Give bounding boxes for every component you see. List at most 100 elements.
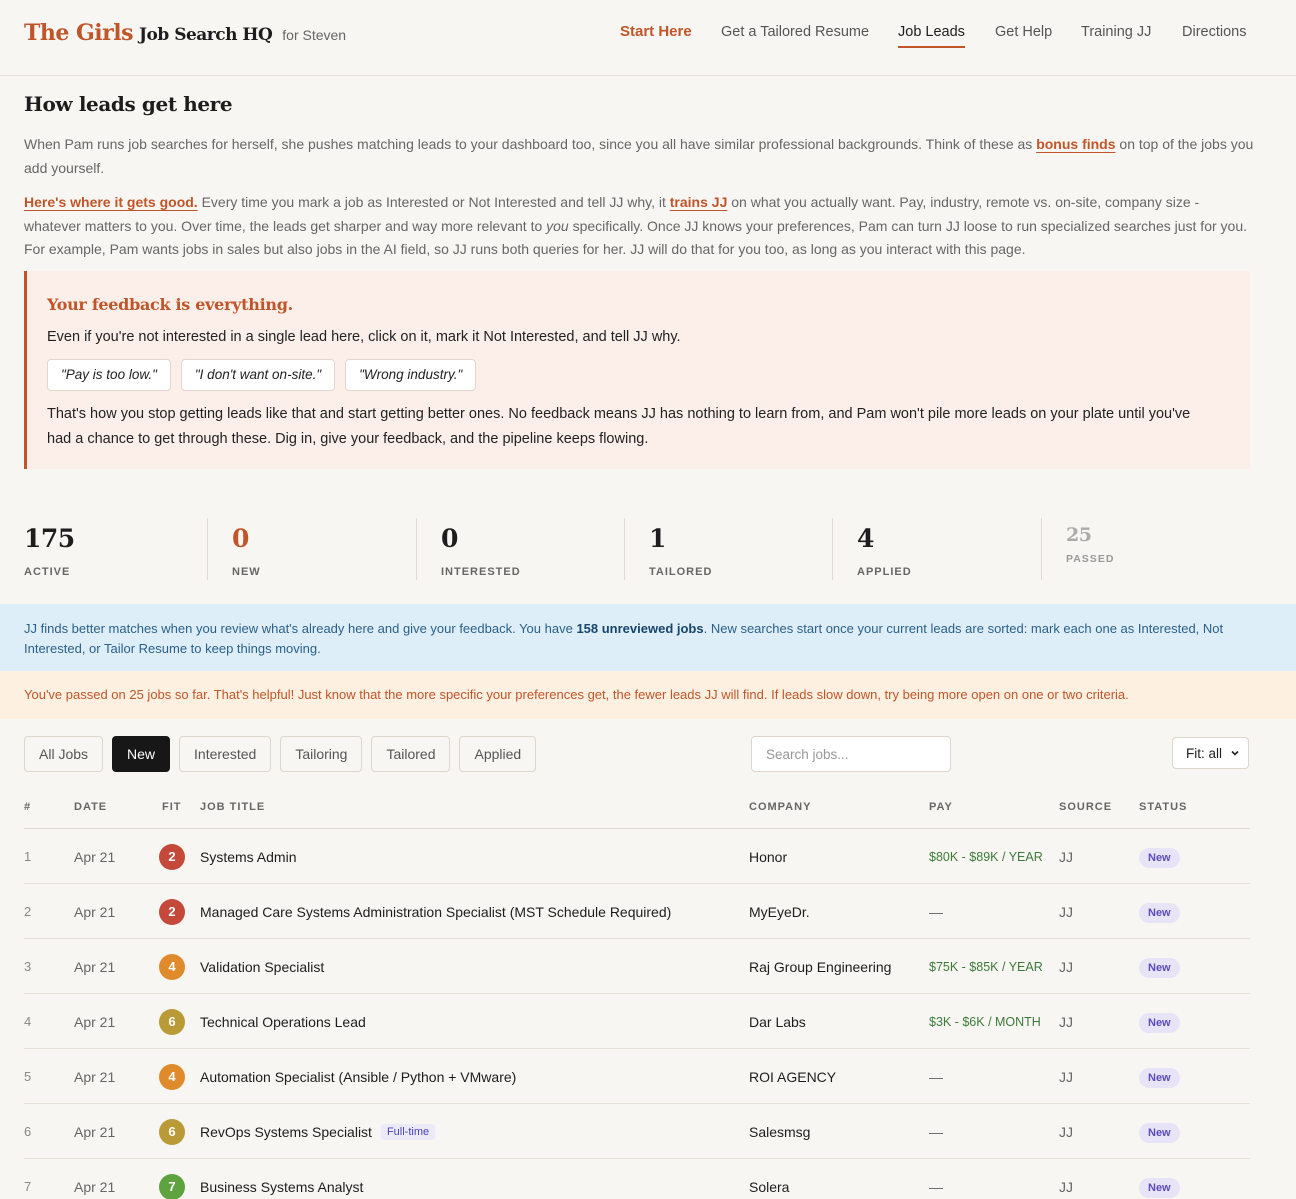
filter-new[interactable]: New	[112, 736, 171, 772]
job-title: Validation Specialist	[200, 958, 325, 975]
col-pay[interactable]: PAY	[929, 801, 953, 813]
filter-tailoring[interactable]: Tailoring	[280, 736, 363, 772]
row-title[interactable]: Automation Specialist (Ansible / Python …	[200, 1049, 516, 1104]
row-fit: 6	[159, 1104, 185, 1159]
col-source[interactable]: SOURCE	[1059, 801, 1112, 813]
page-title: How leads get here	[24, 92, 233, 116]
table-row[interactable]: 1 Apr 21 2 Systems Admin Honor $80K - $89K / …	[24, 829, 1250, 884]
row-source: JJ	[1059, 1013, 1073, 1030]
table-row[interactable]: 4 Apr 21 6 Technical Operations Lead Dar Lab…	[24, 994, 1250, 1049]
table-row[interactable]: 7 Apr 21 7 Business Systems Analyst Solera — J…	[24, 1159, 1250, 1199]
bonus-finds-link[interactable]: bonus finds	[1036, 136, 1115, 152]
row-date: Apr 21	[74, 1178, 116, 1195]
status-badge: New	[1139, 1068, 1180, 1088]
feedback-example-chip: "I don't want on-site."	[180, 359, 336, 391]
intro-text: Every time you mark a job as Interested …	[201, 194, 666, 210]
trains-jj-link[interactable]: trains JJ	[670, 194, 728, 210]
stat-interested[interactable]: 0 INTERESTED	[416, 518, 624, 580]
nav-tailored-resume[interactable]: Get a Tailored Resume	[721, 24, 869, 40]
row-date: Apr 21	[74, 1123, 116, 1140]
search-input[interactable]	[751, 736, 951, 772]
row-pay: —	[929, 1068, 943, 1085]
feedback-callout: Your feedback is everything. Even if you…	[24, 271, 1250, 469]
row-title[interactable]: Business Systems Analyst	[200, 1159, 363, 1199]
row-title[interactable]: RevOps Systems Specialist Full-time	[200, 1104, 436, 1159]
stat-active[interactable]: 175 ACTIVE	[24, 518, 207, 580]
fit-select-value: Fit: all	[1186, 745, 1223, 761]
row-fit: 2	[159, 884, 185, 939]
job-title: Systems Admin	[200, 848, 297, 865]
row-pay: —	[929, 1123, 943, 1140]
row-title[interactable]: Systems Admin	[200, 829, 296, 884]
unreviewed-count: 158 unreviewed jobs	[576, 621, 704, 636]
status-badge: New	[1139, 848, 1180, 868]
col-status[interactable]: STATUS	[1139, 801, 1187, 813]
nav-directions[interactable]: Directions	[1182, 24, 1246, 40]
row-company: MyEyeDr.	[749, 903, 810, 920]
intro-paragraph-1: When Pam runs job searches for herself, …	[24, 133, 1254, 180]
intro-text: When Pam runs job searches for herself, …	[24, 136, 1033, 152]
stat-label: APPLIED	[857, 566, 912, 578]
col-company[interactable]: COMPANY	[749, 801, 811, 813]
row-status: New	[1139, 1159, 1180, 1199]
row-company: Salesmsg	[749, 1123, 811, 1140]
job-title: RevOps Systems Specialist	[200, 1123, 372, 1140]
where-it-gets-good-link[interactable]: Here's where it gets good.	[24, 194, 198, 210]
filter-applied[interactable]: Applied	[459, 736, 537, 772]
stat-value: 0	[232, 524, 249, 553]
col-number: #	[24, 801, 32, 813]
row-status: New	[1139, 1104, 1180, 1159]
stat-label: PASSED	[1066, 553, 1115, 565]
table-row[interactable]: 6 Apr 21 6 RevOps Systems Specialist Full-ti…	[24, 1104, 1250, 1159]
stat-label: TAILORED	[649, 566, 713, 578]
table-row[interactable]: 5 Apr 21 4 Automation Specialist (Ansible /…	[24, 1049, 1250, 1104]
row-pay: $75K - $85K / YEAR	[929, 959, 1043, 974]
filter-interested[interactable]: Interested	[179, 736, 272, 772]
stat-value: 1	[649, 524, 666, 553]
row-number: 5	[24, 1069, 32, 1084]
stat-passed[interactable]: 25 PASSED	[1041, 518, 1250, 580]
stats-row: 175 ACTIVE 0 NEW 0 INTERESTED 1 TAILORED…	[24, 518, 1250, 580]
row-date: Apr 21	[74, 1068, 116, 1085]
info-text: JJ finds better matches when you review …	[24, 621, 573, 636]
table-row[interactable]: 3 Apr 21 4 Validation Specialist Raj Group E…	[24, 939, 1250, 994]
nav-start-here[interactable]: Start Here	[620, 23, 692, 40]
stat-label: NEW	[232, 566, 261, 578]
nav-get-help[interactable]: Get Help	[995, 24, 1052, 40]
fit-score-badge: 6	[159, 1118, 185, 1145]
filter-all-jobs[interactable]: All Jobs	[24, 736, 104, 772]
stat-tailored[interactable]: 1 TAILORED	[624, 518, 832, 580]
row-title[interactable]: Technical Operations Lead	[200, 994, 366, 1049]
col-date[interactable]: DATE	[74, 801, 107, 813]
feedback-examples: "Pay is too low." "I don't want on-site.…	[47, 359, 477, 391]
stat-label: ACTIVE	[24, 566, 71, 578]
row-title[interactable]: Managed Care Systems Administration Spec…	[200, 884, 671, 939]
nav-job-leads[interactable]: Job Leads	[898, 24, 965, 48]
row-title[interactable]: Validation Specialist	[200, 939, 324, 994]
row-date: Apr 21	[74, 903, 116, 920]
job-title: Business Systems Analyst	[200, 1178, 364, 1195]
stat-applied[interactable]: 4 APPLIED	[832, 518, 1041, 580]
nav-training-jj[interactable]: Training JJ	[1081, 24, 1151, 40]
warning-banner: You've passed on 25 jobs so far. That's …	[0, 671, 1296, 719]
col-fit[interactable]: FIT	[162, 801, 182, 813]
filter-tailored[interactable]: Tailored	[371, 736, 451, 772]
row-status: New	[1139, 994, 1180, 1049]
feedback-example-chip: "Pay is too low."	[47, 359, 171, 391]
status-badge: New	[1139, 1013, 1180, 1033]
table-row[interactable]: 2 Apr 21 2 Managed Care Systems Administrat…	[24, 884, 1250, 939]
fit-select[interactable]: Fit: all	[1172, 737, 1249, 769]
row-pay: $80K - $89K / YEAR	[929, 849, 1043, 864]
col-job-title[interactable]: JOB TITLE	[200, 801, 265, 813]
fit-score-badge: 2	[159, 898, 185, 925]
warning-banner-text: You've passed on 25 jobs so far. That's …	[24, 687, 1129, 702]
main-nav: Start Here Get a Tailored Resume Job Lea…	[0, 23, 1296, 54]
row-fit: 6	[159, 994, 185, 1049]
feedback-paragraph: That's how you stop getting leads like t…	[47, 406, 1191, 447]
table-header: # DATE FIT JOB TITLE COMPANY PAY SOURCE …	[24, 800, 1250, 829]
row-company: ROI AGENCY	[749, 1068, 837, 1085]
job-table-body: 1 Apr 21 2 Systems Admin Honor $80K - $89K / …	[24, 829, 1250, 1199]
stat-new[interactable]: 0 NEW	[207, 518, 416, 580]
feedback-title: Your feedback is everything.	[47, 295, 293, 314]
row-pay: $3K - $6K / MONTH	[929, 1014, 1041, 1029]
